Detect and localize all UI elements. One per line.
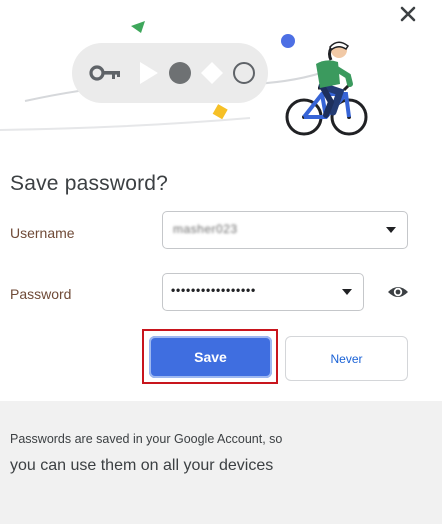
- username-value: masher023: [173, 222, 238, 236]
- close-button[interactable]: [394, 0, 422, 28]
- filled-circle-icon: [169, 62, 191, 84]
- dialog-footer: Passwords are saved in your Google Accou…: [0, 401, 442, 524]
- cyclist-illustration-icon: [285, 41, 368, 136]
- password-value: •••••••••••••••••: [171, 283, 257, 297]
- header-illustration: [0, 21, 368, 136]
- username-label: Username: [10, 225, 75, 241]
- save-button[interactable]: Save: [149, 336, 272, 378]
- show-password-button[interactable]: [386, 282, 410, 302]
- chevron-down-icon: [386, 227, 396, 233]
- yellow-square-confetti: [212, 104, 228, 120]
- footer-info-line-2: you can use them on all your devices: [10, 457, 274, 474]
- close-icon: [400, 6, 416, 22]
- chevron-down-icon: [342, 289, 352, 295]
- swoosh-line-lower: [0, 117, 251, 131]
- password-select[interactable]: •••••••••••••••••: [162, 273, 364, 311]
- password-label: Password: [10, 286, 72, 302]
- dialog-title: Save password?: [10, 172, 169, 195]
- green-triangle-confetti: [131, 21, 145, 33]
- footer-info-line-1: Passwords are saved in your Google Accou…: [10, 432, 283, 446]
- blue-dot-confetti: [281, 34, 295, 48]
- eye-icon: [388, 287, 408, 297]
- save-password-dialog: Save password? Username masher023 Passwo…: [0, 0, 442, 524]
- username-select[interactable]: masher023: [162, 211, 408, 249]
- never-button[interactable]: Never: [285, 336, 408, 381]
